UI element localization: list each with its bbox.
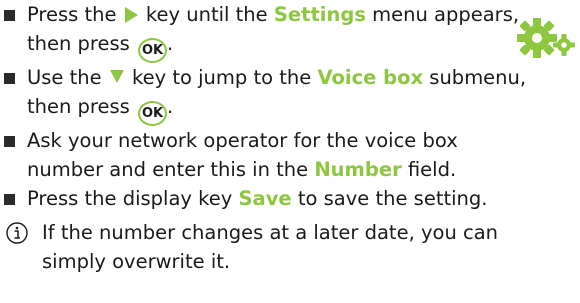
info-note: If the number changes at a later date, y… bbox=[6, 218, 566, 276]
ok-key-icon: OK bbox=[138, 101, 168, 126]
step-settings-menu: Press the key until the Settings menu ap… bbox=[0, 0, 540, 63]
down-arrow-key-icon bbox=[109, 70, 124, 83]
bullet-icon bbox=[4, 10, 15, 21]
page: { "steps": [ { "part1": "Press the ", "i… bbox=[0, 0, 580, 303]
note-text: If the number changes at a later date, y… bbox=[42, 221, 499, 273]
right-arrow-key-icon bbox=[124, 7, 138, 23]
instruction-list: Press the key until the Settings menu ap… bbox=[0, 0, 540, 213]
voice-box-submenu-label: Voice box bbox=[317, 66, 424, 89]
bullet-icon bbox=[4, 136, 15, 147]
ok-key-icon: OK bbox=[138, 38, 168, 63]
bullet-icon bbox=[4, 194, 15, 205]
step-voice-box-submenu: Use the key to jump to the Voice box sub… bbox=[0, 63, 540, 126]
bullet-icon bbox=[4, 73, 15, 84]
save-key-label: Save bbox=[238, 187, 292, 210]
settings-menu-label: Settings bbox=[273, 3, 366, 26]
step-enter-number: Ask your network operator for the voice … bbox=[0, 126, 540, 184]
info-icon bbox=[6, 222, 28, 244]
step-save: Press the display key Save to save the s… bbox=[0, 184, 540, 213]
number-field-label: Number bbox=[314, 158, 402, 181]
